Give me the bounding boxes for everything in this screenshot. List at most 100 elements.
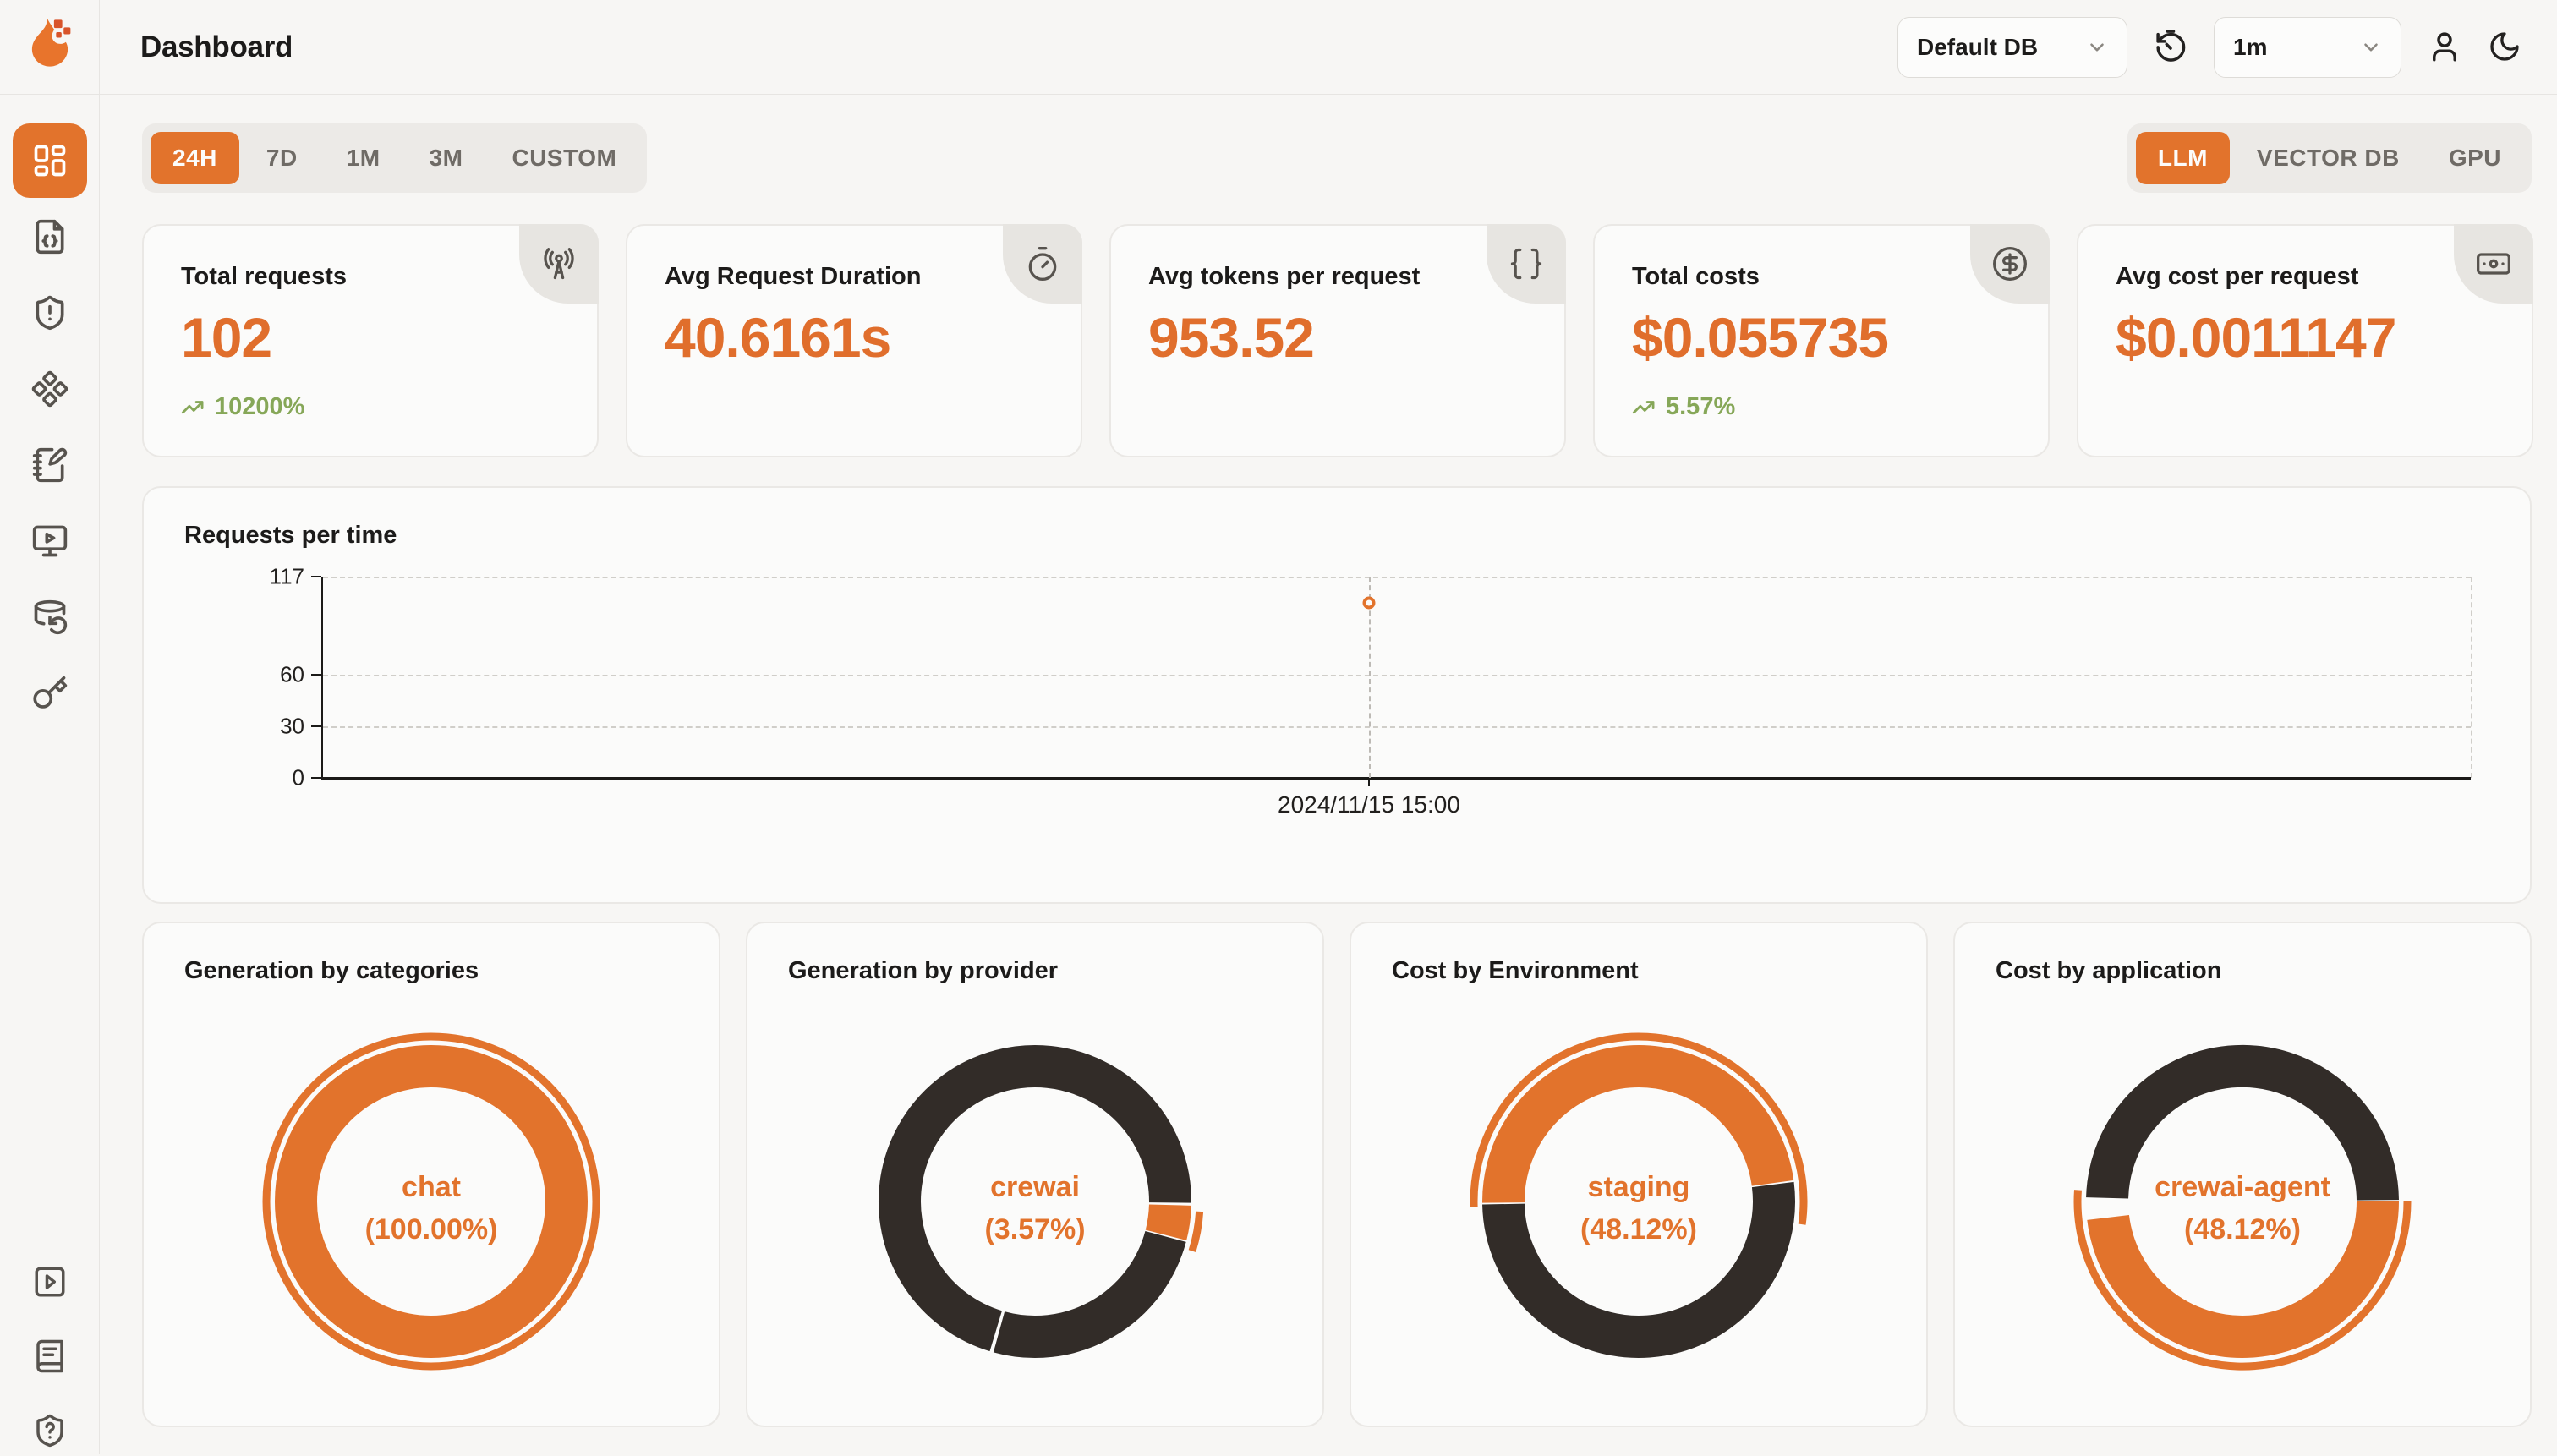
stat-card-trend-value: 5.57%	[1666, 393, 1735, 421]
y-axis-tick	[311, 725, 321, 727]
stat-card-title: Avg tokens per request	[1148, 263, 1420, 291]
sidebar-footer-item-shield-question[interactable]	[25, 1405, 75, 1456]
database-select[interactable]: Default DB	[1897, 17, 2127, 78]
stopwatch-icon	[1024, 245, 1061, 282]
tab-label: 3M	[430, 145, 463, 171]
svg-text:(3.57%): (3.57%)	[984, 1213, 1085, 1245]
sidebar-item-dashboard[interactable]	[13, 123, 87, 198]
donut-card: Generation by categories chat(100.00%)	[142, 922, 720, 1427]
x-axis-line	[321, 777, 2471, 780]
tab-llm[interactable]: LLM	[2136, 132, 2230, 184]
y-axis-line	[321, 577, 323, 778]
donut-card: Generation by providercrewai(3.57%)	[746, 922, 1324, 1427]
braces-icon	[1508, 245, 1545, 282]
stat-card-value: $0.055735	[1632, 305, 1888, 369]
svg-text:crewai: crewai	[990, 1171, 1080, 1203]
stat-card-value: 953.52	[1148, 305, 1314, 369]
tab-gpu[interactable]: GPU	[2427, 132, 2523, 184]
donut-chart-svg: chat(100.00%)	[262, 1032, 600, 1371]
y-tick-label: 117	[270, 564, 304, 590]
topbar: Dashboard Default DB 1m	[0, 0, 2557, 95]
stat-card-badge	[1487, 224, 1566, 304]
user-profile-button[interactable]	[2427, 29, 2462, 67]
donut-chart-svg: staging(48.12%)	[1470, 1032, 1808, 1371]
stat-card-title: Total requests	[181, 263, 347, 291]
sidebar-item-monitor-play[interactable]	[25, 516, 75, 567]
grid-line	[323, 726, 2471, 728]
user-icon	[2427, 29, 2462, 67]
stat-card-value: 40.6161s	[665, 305, 890, 369]
sidebar-item-components[interactable]	[25, 364, 75, 414]
chevron-down-icon	[2360, 36, 2382, 58]
sidebar-item-shield-alert[interactable]	[25, 287, 75, 338]
page-title: Dashboard	[140, 30, 293, 64]
svg-text:(48.12%): (48.12%)	[2184, 1213, 2301, 1245]
stat-card: Avg Request Duration40.6161s	[626, 224, 1082, 457]
stat-card-badge	[2454, 224, 2533, 304]
square-play-icon	[32, 1264, 68, 1300]
donut-chart: crewai (3.57%)	[866, 1032, 1204, 1375]
trending-up-icon	[181, 396, 205, 419]
app-root: Dashboard Default DB 1m 24H7D1M3MCUSTOM …	[0, 0, 2557, 1454]
donut-chart: crewai-agent (48.12%)	[2073, 1032, 2412, 1375]
donut-chart-svg: crewai-agent (48.12%)	[2073, 1032, 2412, 1371]
chevron-down-icon	[2086, 36, 2108, 58]
circle-dollar-icon	[1991, 245, 2029, 282]
book-icon	[32, 1338, 68, 1374]
sidebar-item-file-code[interactable]	[25, 211, 75, 262]
plot-right-border	[2471, 577, 2472, 778]
interval-select[interactable]: 1m	[2214, 17, 2401, 78]
chevron-down-icon	[2086, 36, 2108, 58]
svg-text:crewai-agent: crewai-agent	[2155, 1171, 2330, 1203]
chevron-down-icon	[2360, 36, 2382, 58]
tab-7d[interactable]: 7D	[244, 132, 320, 184]
tab-24h[interactable]: 24H	[151, 132, 239, 184]
stat-card-badge	[519, 224, 599, 304]
user-icon	[2427, 29, 2462, 64]
y-tick-label: 0	[293, 765, 304, 791]
requests-chart-card: Requests per time 030601172024/11/15 15:…	[142, 486, 2532, 904]
theme-toggle-button[interactable]	[2488, 30, 2521, 66]
tab-1m[interactable]: 1M	[325, 132, 402, 184]
interval-select-value: 1m	[2233, 34, 2267, 61]
stat-card: Avg cost per request$0.0011147	[2077, 224, 2533, 457]
database-backup-icon	[31, 599, 68, 636]
x-tick-label: 2024/11/15 15:00	[1278, 791, 1460, 818]
svg-text:(100.00%): (100.00%)	[365, 1213, 498, 1245]
tab-label: 1M	[347, 145, 381, 171]
donut-chart: staging(48.12%)	[1470, 1032, 1808, 1375]
requests-line-plot: 030601172024/11/15 15:00	[323, 577, 2471, 778]
sidebar-item-notebook-pen[interactable]	[25, 440, 75, 490]
y-tick-label: 60	[280, 661, 304, 687]
banknote-icon	[2475, 245, 2512, 282]
database-select-value: Default DB	[1917, 34, 2038, 61]
stat-card: Total costs $0.055735 5.57%	[1593, 224, 2050, 457]
donut-chart-svg: crewai (3.57%)	[866, 1032, 1204, 1371]
tab-label: CUSTOM	[512, 145, 616, 171]
sidebar-footer-item-square-play[interactable]	[25, 1256, 75, 1307]
tab-custom[interactable]: CUSTOM	[490, 132, 638, 184]
stat-card-badge	[1970, 224, 2050, 304]
notebook-pen-icon	[31, 446, 68, 484]
shield-alert-icon	[31, 294, 68, 331]
sidebar-item-key[interactable]	[25, 668, 75, 719]
refresh-history-button[interactable]	[2153, 29, 2188, 67]
sidebar-footer-item-book[interactable]	[25, 1331, 75, 1382]
stat-card-trend: 10200%	[181, 393, 304, 421]
stat-card-title: Total costs	[1632, 263, 1760, 291]
key-icon	[31, 675, 68, 712]
tab-label: VECTOR DB	[2257, 145, 2400, 171]
shield-question-icon	[32, 1413, 68, 1448]
app-logo[interactable]	[17, 10, 83, 80]
sidebar-item-database-backup[interactable]	[25, 592, 75, 643]
y-axis-tick	[311, 777, 321, 779]
chart-title: Requests per time	[184, 522, 397, 550]
donut-card-title: Generation by categories	[184, 957, 479, 985]
tab-3m[interactable]: 3M	[408, 132, 485, 184]
antenna-icon	[540, 245, 578, 282]
donut-card-title: Cost by application	[1996, 957, 2221, 985]
moon-icon	[2488, 30, 2521, 66]
tab-vector-db[interactable]: VECTOR DB	[2235, 132, 2422, 184]
scope-tabs: LLM VECTOR DB GPU	[2127, 123, 2532, 193]
file-code-icon	[31, 218, 68, 255]
